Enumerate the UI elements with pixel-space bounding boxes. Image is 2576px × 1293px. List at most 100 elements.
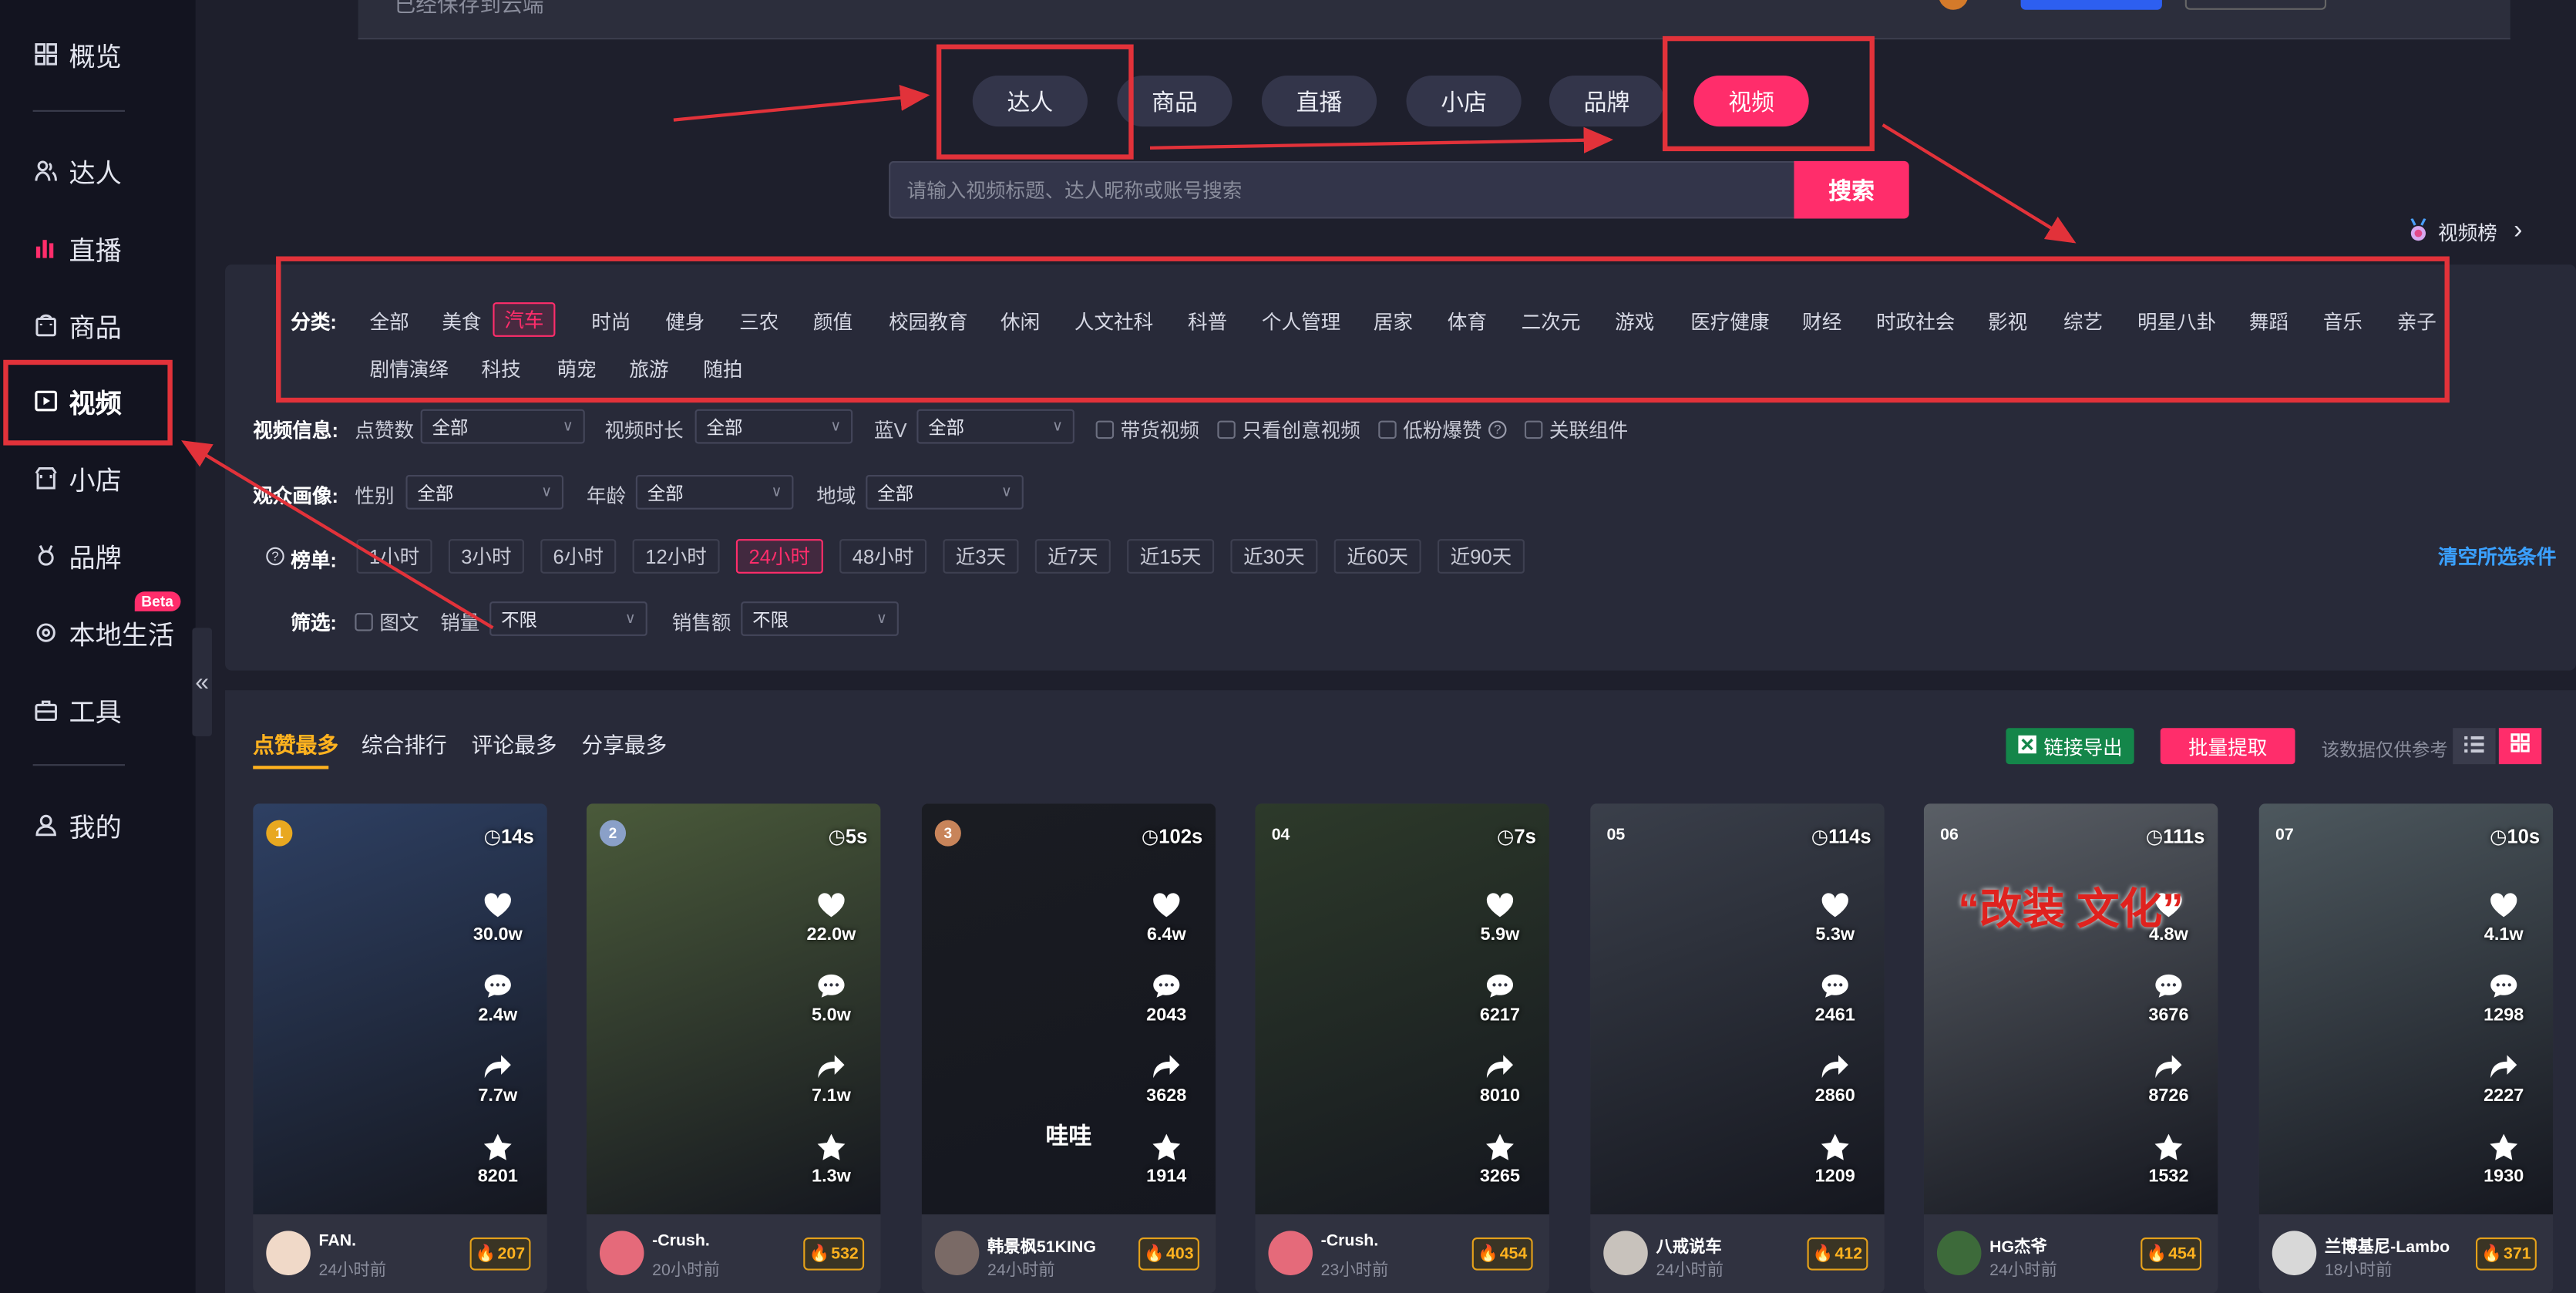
video-thumbnail[interactable]: 05 ◷114s 5.3w 2461 2860 1209 — [1590, 803, 1885, 1215]
video-thumbnail[interactable]: 3 ◷102s 6.4w 2043 3628 1914 哇哇 — [921, 803, 1216, 1215]
sales-select[interactable]: 不限 ∨ — [489, 601, 647, 636]
video-card[interactable]: 3 ◷102s 6.4w 2043 3628 1914 哇哇 韩景枫51KING 24小时前 🔥 4… — [921, 803, 1216, 1293]
help-icon[interactable]: ? — [1488, 420, 1507, 439]
avatar[interactable] — [599, 1231, 644, 1275]
sidebar-collapse-button[interactable]: « — [192, 628, 212, 736]
video-thumbnail[interactable]: 2 ◷5s 22.0w 5.0w 7.1w 1.3w — [586, 803, 881, 1215]
ranking-option[interactable]: 12小时 — [632, 539, 720, 574]
grid-view-toggle[interactable] — [2498, 728, 2542, 765]
author-name[interactable]: -Crush. — [1321, 1233, 1379, 1251]
ranking-option[interactable]: 6小时 — [540, 539, 617, 574]
checkbox-image-text[interactable]: 图文 — [355, 608, 419, 636]
category-option[interactable]: 医疗健康 — [1690, 308, 1769, 335]
category-option[interactable]: 校园教育 — [889, 308, 967, 335]
avatar[interactable] — [1936, 1231, 1982, 1275]
list-view-toggle[interactable] — [2453, 728, 2496, 765]
video-card[interactable]: 05 ◷114s 5.3w 2461 2860 1209 八戒说车 24小时前 🔥 412 — [1590, 803, 1885, 1293]
category-option[interactable]: 综艺 — [2063, 308, 2103, 335]
checkbox-creative-video[interactable]: 只看创意视频 — [1217, 416, 1360, 443]
sort-tab-most-shares[interactable]: 分享最多 — [582, 728, 668, 759]
checkbox-low-fan-hits[interactable]: 低粉爆赞? — [1378, 416, 1507, 443]
toolbar-primary-button[interactable] — [2020, 0, 2162, 10]
avatar[interactable] — [934, 1231, 980, 1275]
category-option[interactable]: 居家 — [1374, 308, 1413, 335]
sort-tab-overall[interactable]: 综合排行 — [362, 728, 447, 759]
category-option[interactable]: 亲子 — [2397, 308, 2436, 335]
revenue-select[interactable]: 不限 ∨ — [741, 601, 899, 636]
author-name[interactable]: FAN. — [318, 1233, 356, 1251]
age-select[interactable]: 全部 ∨ — [635, 474, 794, 510]
clear-filters-button[interactable]: 清空所选条件 — [2438, 542, 2556, 570]
tab-video[interactable]: 视频 — [1693, 76, 1809, 127]
checkbox-linked-component[interactable]: 关联组件 — [1524, 416, 1628, 443]
category-option[interactable]: 健身 — [665, 308, 705, 335]
author-name[interactable]: -Crush. — [652, 1233, 710, 1251]
ranking-option[interactable]: 48小时 — [839, 539, 927, 574]
batch-extract-button[interactable]: 批量提取 — [2160, 728, 2295, 765]
category-option[interactable]: 明星八卦 — [2137, 308, 2216, 335]
author-name[interactable]: HG杰爷 — [1989, 1233, 2047, 1257]
ranking-option[interactable]: 近60天 — [1333, 539, 1421, 574]
avatar[interactable] — [1268, 1231, 1313, 1275]
category-option[interactable]: 休闲 — [1000, 308, 1040, 335]
category-option[interactable]: 萌宠 — [557, 355, 597, 382]
video-card[interactable]: 07 ◷10s 4.1w 1298 2227 1930 兰博基尼-Lambo 18小时前 🔥 37… — [2258, 803, 2554, 1293]
video-thumbnail[interactable]: 04 ◷7s 5.9w 6217 8010 3265 — [1255, 803, 1549, 1215]
category-option[interactable]: 时尚 — [591, 308, 631, 335]
video-card[interactable]: 04 ◷7s 5.9w 6217 8010 3265 -Crush. 23小时前 🔥 454 — [1255, 803, 1549, 1293]
search-button[interactable]: 搜索 — [1794, 160, 1909, 219]
sidebar-item-live[interactable]: 直播 — [33, 228, 122, 268]
author-name[interactable]: 韩景枫51KING — [987, 1233, 1096, 1257]
video-card[interactable]: 1 ◷14s 30.0w 2.4w 7.7w 8201 FAN. 24小时前 🔥 207 — [253, 803, 547, 1293]
sidebar-item-products[interactable]: 商品 — [33, 305, 122, 345]
likes-select[interactable]: 全部 ∨ — [420, 409, 585, 444]
video-thumbnail[interactable]: 06 ◷111s 4.8w 3676 8726 1532 “改装 文化” — [1923, 803, 2218, 1215]
gender-select[interactable]: 全部 ∨ — [405, 474, 564, 510]
category-option[interactable]: 二次元 — [1522, 308, 1581, 335]
video-rank-link[interactable]: 视频榜 › — [2409, 217, 2522, 246]
category-option[interactable]: 财经 — [1802, 308, 1841, 335]
author-name[interactable]: 兰博基尼-Lambo — [2325, 1233, 2450, 1257]
avatar[interactable] — [1603, 1231, 1648, 1275]
category-option[interactable]: 影视 — [1988, 308, 2027, 335]
category-option[interactable]: 剧情演绎 — [370, 355, 449, 382]
ranking-option[interactable]: 24小时 — [735, 539, 823, 574]
tab-influencer[interactable]: 达人 — [972, 76, 1088, 127]
sidebar-item-brand[interactable]: 品牌 — [33, 536, 122, 575]
category-option[interactable]: 个人管理 — [1262, 308, 1340, 335]
video-thumbnail[interactable]: 07 ◷10s 4.1w 1298 2227 1930 — [2258, 803, 2554, 1215]
region-select[interactable]: 全部 ∨ — [866, 474, 1024, 510]
video-thumbnail[interactable]: 1 ◷14s 30.0w 2.4w 7.7w 8201 — [253, 803, 547, 1215]
toolbar-secondary-button[interactable] — [2184, 0, 2327, 10]
category-option[interactable]: 旅游 — [629, 355, 668, 382]
category-option[interactable]: 颜值 — [813, 308, 853, 335]
video-card[interactable]: 2 ◷5s 22.0w 5.0w 7.1w 1.3w -Crush. 20小时前 🔥 532 — [586, 803, 881, 1293]
category-option[interactable]: 游戏 — [1615, 308, 1654, 335]
category-option[interactable]: 科普 — [1188, 308, 1227, 335]
avatar[interactable] — [2272, 1231, 2317, 1275]
toolbar-avatar[interactable] — [1939, 0, 1969, 10]
sidebar-item-mine[interactable]: 我的 — [33, 805, 122, 844]
category-option[interactable]: 舞蹈 — [2249, 308, 2288, 335]
category-option[interactable]: 三农 — [739, 308, 779, 335]
category-option[interactable]: 音乐 — [2323, 308, 2362, 335]
ranking-option[interactable]: 近15天 — [1127, 539, 1215, 574]
tab-products[interactable]: 商品 — [1117, 76, 1233, 127]
bluev-select[interactable]: 全部 ∨ — [916, 409, 1074, 444]
duration-select[interactable]: 全部 ∨ — [694, 409, 853, 444]
ranking-option[interactable]: 近90天 — [1437, 539, 1525, 574]
tab-store[interactable]: 小店 — [1406, 76, 1522, 127]
sidebar-item-tools[interactable]: 工具 — [33, 690, 122, 729]
search-input[interactable] — [889, 160, 1796, 219]
help-icon[interactable]: ? — [266, 547, 284, 566]
ranking-option[interactable]: 近7天 — [1034, 539, 1111, 574]
checkbox-goods-video[interactable]: 带货视频 — [1095, 416, 1199, 443]
sidebar-item-store[interactable]: 小店 — [33, 459, 122, 498]
ranking-option[interactable]: 3小时 — [448, 539, 524, 574]
category-option[interactable]: 随拍 — [703, 355, 742, 382]
sort-tab-most-comments[interactable]: 评论最多 — [472, 728, 557, 759]
sort-tab-most-likes[interactable]: 点赞最多 — [253, 728, 338, 759]
category-option[interactable]: 美食 — [442, 308, 481, 335]
category-option[interactable]: 全部 — [370, 308, 409, 335]
ranking-option[interactable]: 近30天 — [1230, 539, 1318, 574]
